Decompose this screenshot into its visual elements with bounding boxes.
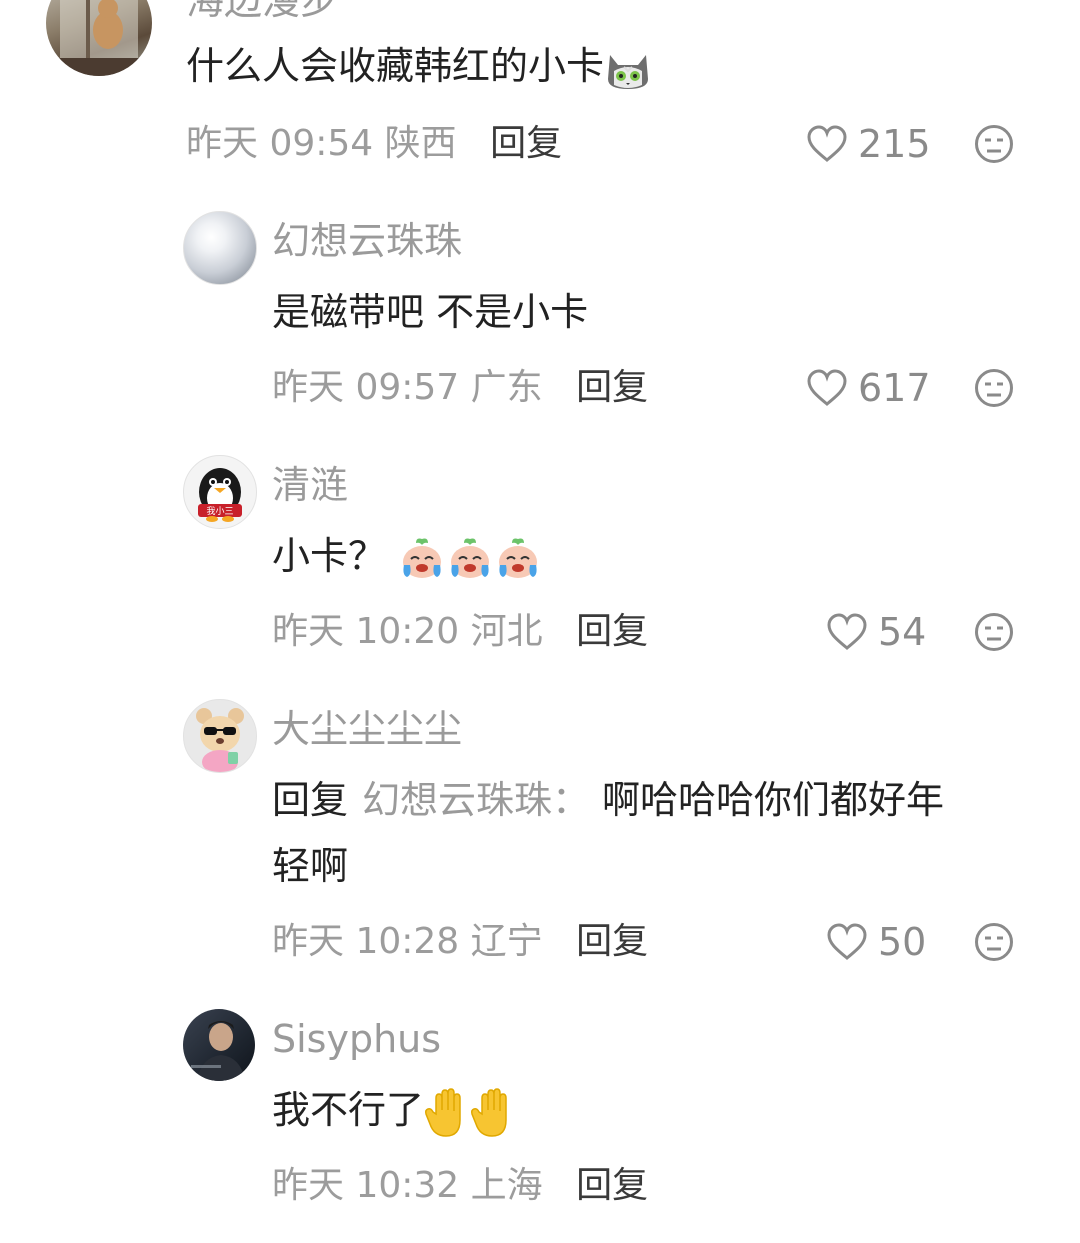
comment-meta: 昨天 10:20 河北 回复 xyxy=(272,609,648,655)
avatar[interactable] xyxy=(183,699,257,773)
bear-sunglasses-avatar-icon xyxy=(196,708,244,772)
like-button[interactable]: 215 xyxy=(806,121,931,167)
comment-meta: 昨天 10:32 上海 回复 xyxy=(272,1163,648,1209)
like-button[interactable]: 617 xyxy=(806,365,931,411)
comment-meta: 昨天 10:28 辽宁 回复 xyxy=(272,919,648,965)
like-count: 50 xyxy=(878,920,927,964)
comment-location: 河北 xyxy=(470,611,543,652)
heart-icon xyxy=(807,125,847,162)
comment-text: 是磁带吧 不是小卡 xyxy=(272,290,589,334)
comment-item: 海边漫步 什么人会收藏韩红的小卡 昨天 09:54 陕西 回复 215 xyxy=(0,0,1080,190)
dislike-face-icon[interactable] xyxy=(974,922,1014,962)
crying-peach-emoji xyxy=(499,538,538,578)
reply-button[interactable]: 回复 xyxy=(576,1165,648,1206)
dislike-face-icon[interactable] xyxy=(974,368,1014,408)
cat-face-emoji xyxy=(608,54,649,89)
reply-button[interactable]: 回复 xyxy=(576,611,648,652)
comment-item: Sisyphus 我不行了 昨天 10:32 上海 回复 xyxy=(0,998,1080,1243)
crying-peach-emoji xyxy=(403,538,442,578)
comment-time: 昨天 10:32 xyxy=(272,1165,460,1206)
comment-text: 回复 幻想云珠珠： 啊哈哈哈你们都好年 xyxy=(272,768,944,832)
comment-time: 昨天 09:54 xyxy=(186,123,374,164)
avatar-badge-text: 我小三 xyxy=(206,506,233,517)
reply-button[interactable]: 回复 xyxy=(576,367,648,408)
penguin-avatar-icon: 我小三 xyxy=(198,468,242,522)
raised-hand-emoji xyxy=(425,1087,461,1137)
comment-time: 昨天 10:28 xyxy=(272,921,460,962)
comment-time: 昨天 10:20 xyxy=(272,611,460,652)
avatar[interactable] xyxy=(183,1009,255,1081)
heart-icon xyxy=(827,923,867,960)
cat-window-photo-icon xyxy=(46,0,152,76)
raised-hand-emoji xyxy=(471,1087,507,1137)
comment-meta: 昨天 09:54 陕西 回复 xyxy=(186,121,562,167)
comment-text: 我不行了 xyxy=(272,1078,516,1142)
comment-text-content: 小卡？ xyxy=(272,534,387,578)
comment-meta: 昨天 09:57 广东 回复 xyxy=(272,365,648,411)
username[interactable]: Sisyphus xyxy=(272,1016,441,1062)
comment-text-content: 什么人会收藏韩红的小卡 xyxy=(186,44,605,88)
comment-text: 什么人会收藏韩红的小卡 xyxy=(186,34,652,98)
avatar[interactable] xyxy=(183,211,257,285)
comment-text-content: 啊哈哈哈你们都好年 xyxy=(602,778,945,822)
like-count: 54 xyxy=(878,610,927,654)
like-count: 617 xyxy=(858,366,931,410)
comment-location: 广东 xyxy=(470,367,543,408)
dislike-face-icon[interactable] xyxy=(974,124,1014,164)
comment-location: 辽宁 xyxy=(470,921,543,962)
comment-location: 陕西 xyxy=(384,123,457,164)
reply-button[interactable]: 回复 xyxy=(490,123,562,164)
username[interactable]: 大尘尘尘尘 xyxy=(272,706,462,752)
like-count: 215 xyxy=(858,122,931,166)
username[interactable]: 海边漫步 xyxy=(186,0,338,24)
avatar[interactable] xyxy=(46,0,152,76)
reply-prefix: 回复 xyxy=(272,778,349,822)
comment-item: 我小三 清涟 小卡？ 昨天 10:20 河北 回复 54 xyxy=(0,444,1080,674)
username[interactable]: 清涟 xyxy=(272,462,348,508)
man-portrait-avatar-icon xyxy=(191,1021,245,1081)
like-button[interactable]: 50 xyxy=(826,919,926,965)
comment-item: 大尘尘尘尘 回复 幻想云珠珠： 啊哈哈哈你们都好年 轻啊 昨天 10:28 辽宁 回… xyxy=(0,688,1080,988)
avatar[interactable]: 我小三 xyxy=(183,455,257,529)
reply-target-username[interactable]: 幻想云珠珠： xyxy=(362,778,590,822)
comment-time: 昨天 09:57 xyxy=(272,367,460,408)
comment-text: 小卡？ xyxy=(272,524,542,588)
crying-peach-emoji xyxy=(451,538,490,578)
username[interactable]: 幻想云珠珠 xyxy=(272,218,462,264)
reply-button[interactable]: 回复 xyxy=(576,921,648,962)
comment-item: 幻想云珠珠 是磁带吧 不是小卡 昨天 09:57 广东 回复 617 xyxy=(0,200,1080,430)
comment-location: 上海 xyxy=(470,1165,543,1206)
heart-icon xyxy=(807,369,847,406)
like-button[interactable]: 54 xyxy=(826,609,926,655)
heart-icon xyxy=(827,613,867,650)
comment-text-continued: 轻啊 xyxy=(272,844,349,888)
dislike-face-icon[interactable] xyxy=(974,612,1014,652)
comment-text-content: 我不行了 xyxy=(272,1088,425,1132)
